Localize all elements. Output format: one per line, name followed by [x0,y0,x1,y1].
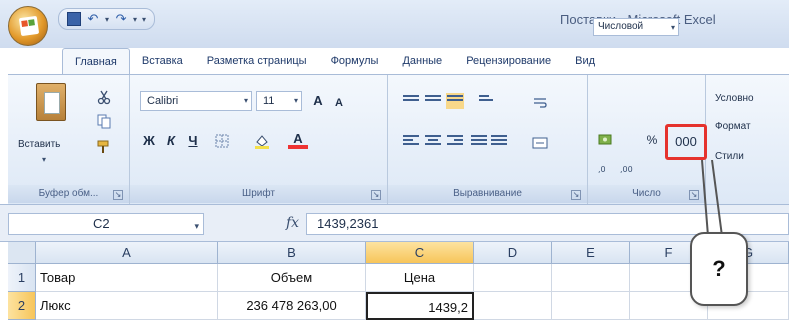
font-name-value: Calibri [147,95,179,107]
format-as-table-button[interactable]: Формат [714,117,752,135]
tab-view[interactable]: Вид [563,48,607,74]
cell-d2[interactable] [474,292,552,320]
align-left-icon[interactable] [402,133,420,149]
borders-icon[interactable] [214,133,230,149]
redo-icon[interactable]: ↷ [114,12,128,26]
redo-dropdown-icon[interactable]: ▾ [133,15,137,24]
alignment-group: Выравнивание ↘ [388,75,588,205]
currency-format-icon[interactable] [598,132,614,148]
font-group: Calibri ▾ 11 ▾ A A Ж К Ч А Шрифт ↘ [130,75,388,205]
wrap-text-icon[interactable] [532,95,548,111]
customize-qat-icon[interactable]: ▾ [142,15,146,24]
font-size-select[interactable]: 11 ▾ [256,91,302,111]
cut-icon[interactable] [96,89,112,105]
cell-c1[interactable]: Цена [366,264,474,292]
formula-bar: C2 ▾ fx 1439,2361 [0,204,789,242]
align-top-icon[interactable] [402,93,420,109]
cell-a2[interactable]: Люкс [36,292,218,320]
question-callout: ? [690,232,748,306]
worksheet-grid: A B C D E F G 1 Товар Объем Цена 2 Люкс … [0,242,789,324]
number-format-select[interactable]: Числовой ▾ [593,18,679,36]
column-header-b[interactable]: B [218,242,366,264]
paste-dropdown-icon[interactable]: ▾ [42,155,46,164]
svg-text:,0: ,0 [598,165,606,174]
column-header-a[interactable]: A [36,242,218,264]
insert-function-icon[interactable]: fx [286,215,299,231]
row-header-2[interactable]: 2 [8,292,36,320]
align-bottom-icon[interactable] [446,93,464,109]
paste-icon[interactable] [36,83,66,121]
font-name-dropdown-icon: ▾ [243,96,248,105]
orientation-icon[interactable] [478,93,496,109]
highlight-box [665,124,707,160]
tab-home[interactable]: Главная [62,48,130,74]
format-painter-icon[interactable] [96,139,112,155]
font-size-value: 11 [263,95,275,107]
paste-button-label[interactable]: Вставить [18,139,60,150]
name-box-value: C2 [93,216,110,231]
alignment-group-label: Выравнивание [388,185,587,203]
cell-c2[interactable]: 1439,2 [366,292,474,320]
cell-d1[interactable] [474,264,552,292]
align-right-icon[interactable] [446,133,464,149]
cell-b2[interactable]: 236 478 263,00 [218,292,366,320]
name-box[interactable]: C2 ▾ [8,213,204,235]
number-format-dropdown-icon: ▾ [670,23,675,32]
column-header-e[interactable]: E [552,242,630,264]
alignment-launcher-icon[interactable]: ↘ [571,190,581,200]
undo-dropdown-icon[interactable]: ▾ [105,15,109,24]
copy-icon[interactable] [96,113,112,129]
fill-color-icon[interactable] [254,133,270,149]
increase-decimal-icon[interactable]: ,0 [598,160,614,176]
conditional-formatting-button[interactable]: Условно [714,89,755,107]
undo-icon[interactable]: ↶ [86,12,100,26]
align-center-icon[interactable] [424,133,442,149]
font-name-select[interactable]: Calibri ▾ [140,91,252,111]
tab-data[interactable]: Данные [390,48,454,74]
quick-access-toolbar: ↶ ▾ ↷ ▾ ▾ [58,8,156,30]
column-header-c[interactable]: C [366,242,474,264]
bold-button[interactable]: Ж [140,131,158,151]
number-launcher-icon[interactable]: ↘ [689,190,699,200]
grow-font-button[interactable]: A [308,91,328,111]
column-header-d[interactable]: D [474,242,552,264]
name-box-dropdown-icon: ▾ [194,221,199,231]
row-header-1[interactable]: 1 [8,264,36,292]
office-logo-icon [18,15,40,37]
italic-button[interactable]: К [162,131,180,151]
shrink-font-button[interactable]: A [330,93,348,113]
tab-formulas[interactable]: Формулы [319,48,391,74]
cell-e1[interactable] [552,264,630,292]
increase-indent-icon[interactable] [490,133,508,149]
font-group-label: Шрифт [130,185,387,203]
number-format-value: Числовой [598,21,644,32]
save-icon[interactable] [67,12,81,26]
font-size-dropdown-icon: ▾ [293,96,298,105]
align-middle-icon[interactable] [424,93,442,109]
cell-b1[interactable]: Объем [218,264,366,292]
clipboard-group: Вставить ▾ Буфер обм... ↘ [8,75,130,205]
select-all-corner[interactable] [8,242,36,264]
callout-pointer [701,160,723,237]
tab-review[interactable]: Рецензирование [454,48,563,74]
cell-e2[interactable] [552,292,630,320]
office-button[interactable] [8,6,48,46]
number-group-label: Число [588,185,705,203]
tab-insert[interactable]: Вставка [130,48,195,74]
svg-text:,00: ,00 [620,165,633,174]
ribbon-tabs: Главная Вставка Разметка страницы Формул… [62,48,607,74]
underline-button[interactable]: Ч [184,131,202,151]
excel-window: ↶ ▾ ↷ ▾ ▾ Поставки - Microsoft Excel Гла… [0,0,789,324]
merge-cells-icon[interactable] [532,135,548,151]
clipboard-group-label: Буфер обм... [8,185,129,203]
decrease-decimal-icon[interactable]: ,00 [620,160,636,176]
clipboard-launcher-icon[interactable]: ↘ [113,190,123,200]
percent-style-button[interactable]: % [644,128,660,152]
decrease-indent-icon[interactable] [470,133,488,149]
font-launcher-icon[interactable]: ↘ [371,190,381,200]
tab-page-layout[interactable]: Разметка страницы [195,48,319,74]
cell-a1[interactable]: Товар [36,264,218,292]
font-color-button[interactable]: А [288,129,308,149]
